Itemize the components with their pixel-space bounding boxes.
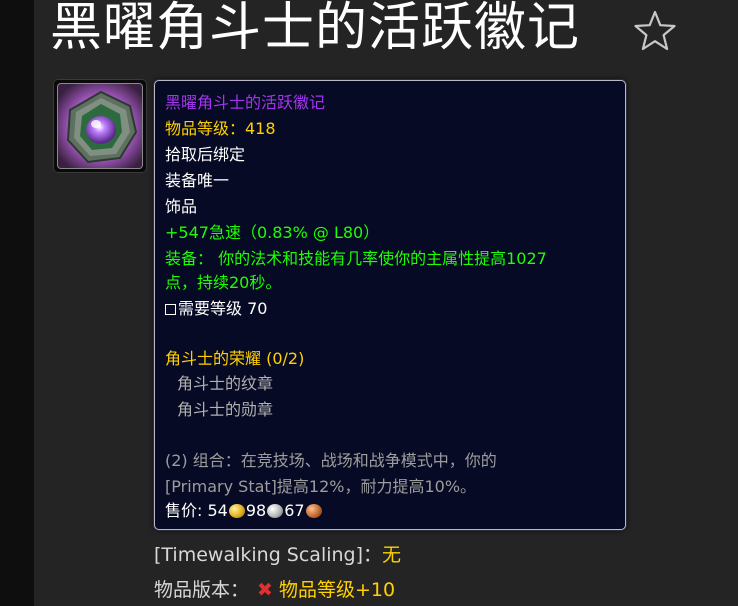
bind-type: 拾取后绑定 (165, 145, 246, 164)
set-item[interactable]: 角斗士的勋章 (177, 399, 273, 421)
item-level: 物品等级：418 (165, 119, 276, 138)
gold-amount: 54 (207, 501, 228, 520)
item-slot: 饰品 (165, 197, 198, 216)
set-name[interactable]: 角斗士的荣耀 (0/2) (165, 348, 304, 370)
left-gutter (0, 0, 34, 606)
item-name: 黑曜角斗士的活跃徽记 (165, 93, 326, 112)
required-level: 需要等级 70 (165, 298, 267, 320)
item-icon-frame[interactable] (53, 79, 147, 173)
sell-price: 售价: 54 98 67 (165, 500, 323, 522)
unique-equipped: 装备唯一 (165, 171, 230, 190)
purple-gem-trinket-icon (57, 83, 143, 169)
set-bonus-line1: (2) 组合：在竞技场、战场和战争模式中，你的 (165, 451, 497, 470)
item-version-row: 物品版本： ✖ 物品等级+10 (154, 577, 395, 603)
red-x-icon: ✖ (257, 579, 273, 601)
copper-coin-icon (305, 504, 322, 518)
gold-coin-icon (228, 504, 245, 518)
haste-stat: +547急速（0.83% @ L80） (165, 223, 380, 242)
checkbox-icon (165, 304, 176, 315)
item-tooltip: 黑曜角斗士的活跃徽记 物品等级：418 拾取后绑定 装备唯一 饰品 +547急速… (154, 80, 626, 530)
version-label: 物品版本： (154, 579, 250, 601)
scaling-value: 无 (382, 544, 402, 566)
silver-amount: 98 (245, 501, 267, 520)
star-outline-icon[interactable] (632, 8, 678, 54)
set-item[interactable]: 角斗士的纹章 (177, 373, 273, 395)
copper-amount: 67 (284, 501, 305, 520)
sell-label: 售价: (165, 501, 203, 520)
equip-effect-line1: 装备： 你的法术和技能有几率使你的主属性提高1027 (165, 249, 547, 268)
version-value[interactable]: 物品等级+10 (279, 579, 395, 601)
set-bonus-line2: [Primary Stat]提高12%，耐力提高10%。 (165, 477, 477, 496)
timewalking-scaling-row: [Timewalking Scaling]：无 (154, 542, 401, 568)
silver-coin-icon (267, 504, 284, 518)
scaling-label: [Timewalking Scaling]： (154, 544, 383, 566)
equip-effect-line2: 点，持续20秒。 (165, 273, 282, 292)
page-title: 黑曜角斗士的活跃徽记 (50, 0, 581, 58)
required-level-text: 需要等级 70 (178, 299, 268, 318)
